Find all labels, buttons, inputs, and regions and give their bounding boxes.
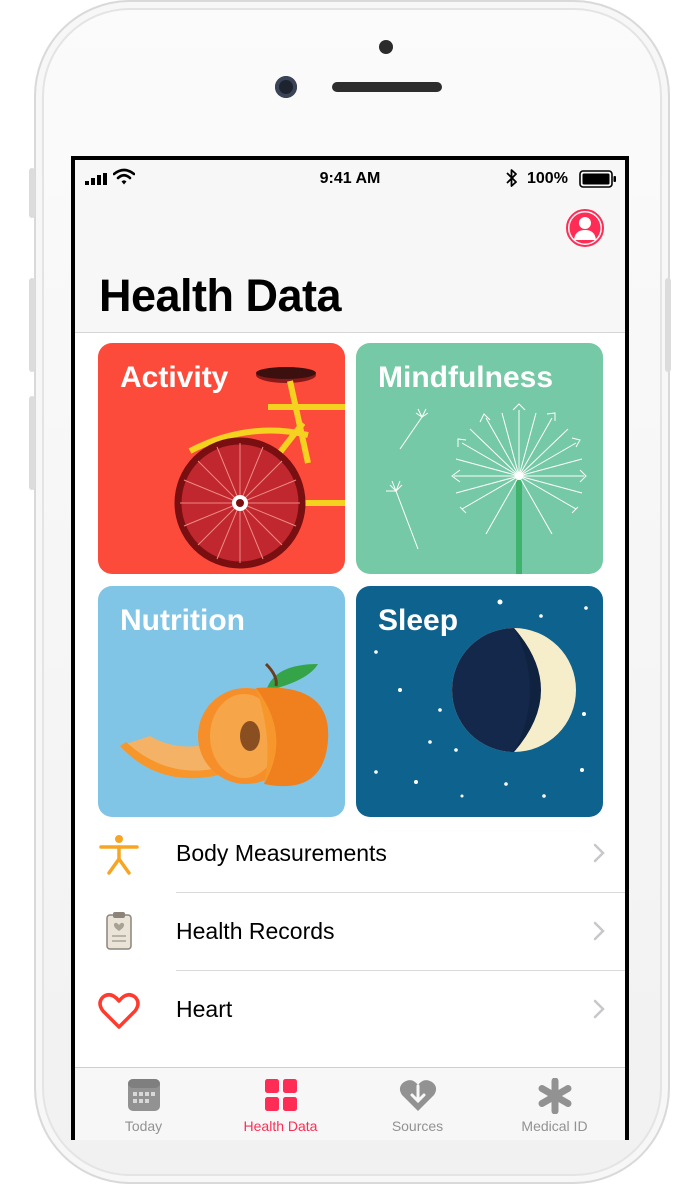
bluetooth-icon <box>506 169 517 187</box>
power-button <box>665 278 671 372</box>
status-bar: 9:41 AM 100% <box>75 160 625 196</box>
grid-icon <box>264 1079 297 1111</box>
sources-heart-icon <box>399 1080 436 1111</box>
earpiece-speaker <box>332 82 442 92</box>
volume-up-button <box>29 278 35 372</box>
header: Health Data <box>75 196 625 333</box>
volume-down-button <box>29 396 35 490</box>
screen: 9:41 AM 100% Health Data Activity Mindfu… <box>71 156 629 1140</box>
category-label: Nutrition <box>120 604 245 637</box>
list-item-label: Body Measurements <box>176 840 387 866</box>
list-item-health-records[interactable]: Health Records <box>75 893 625 970</box>
mute-switch <box>29 168 35 218</box>
battery-icon <box>579 170 616 188</box>
page-title: Health Data <box>99 270 342 321</box>
chevron-right-icon <box>593 921 605 941</box>
list-item-heart[interactable]: Heart <box>75 971 625 1048</box>
category-tile-sleep[interactable]: Sleep <box>356 586 603 817</box>
category-tile-activity[interactable]: Activity <box>98 343 345 574</box>
person-figure-icon <box>99 835 139 875</box>
list-item-label: Health Records <box>176 918 335 944</box>
profile-avatar-icon[interactable] <box>565 208 605 248</box>
tab-health-data[interactable]: Health Data <box>212 1068 349 1140</box>
category-label: Mindfulness <box>378 361 554 394</box>
tab-label: Health Data <box>243 1118 318 1134</box>
clipboard-icon <box>106 912 132 950</box>
tab-sources[interactable]: Sources <box>349 1068 486 1140</box>
tab-label: Medical ID <box>521 1118 588 1134</box>
tab-label: Sources <box>391 1118 444 1134</box>
list-item-body-measurements[interactable]: Body Measurements <box>75 815 625 892</box>
list-item-label: Heart <box>176 996 233 1022</box>
tab-medical-id[interactable]: Medical ID <box>486 1068 623 1140</box>
category-label: Activity <box>120 361 229 394</box>
tab-bar: Today Health Data Sources Medical ID <box>75 1067 625 1140</box>
asterisk-icon <box>538 1078 571 1114</box>
tab-label: Today <box>124 1118 163 1134</box>
battery-percent: 100% <box>527 170 568 187</box>
display: 9:41 AM 100% Health Data Activity Mindfu… <box>75 160 625 1140</box>
chevron-right-icon <box>593 843 605 863</box>
tab-today[interactable]: Today <box>75 1068 212 1140</box>
proximity-sensor <box>379 40 393 54</box>
front-camera <box>275 76 297 98</box>
category-tile-nutrition[interactable]: Nutrition <box>98 586 345 817</box>
chevron-right-icon <box>593 999 605 1019</box>
category-label: Sleep <box>378 604 459 637</box>
category-tile-mindfulness[interactable]: Mindfulness <box>356 343 603 574</box>
heart-icon <box>98 993 140 1029</box>
calendar-icon <box>127 1079 160 1111</box>
